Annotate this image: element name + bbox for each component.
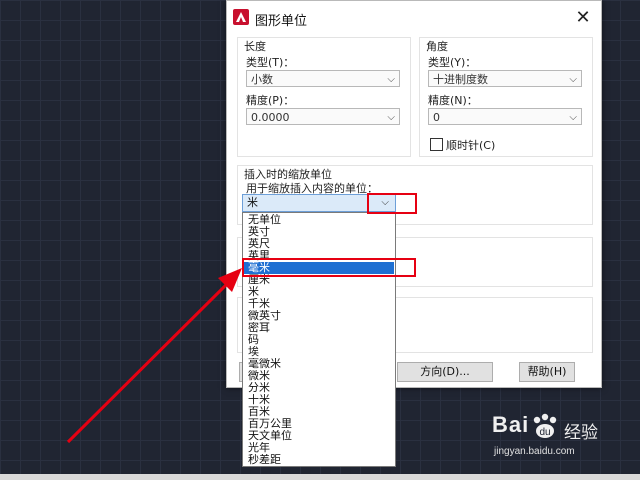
baidu-paw-icon: du xyxy=(533,413,557,438)
baidu-watermark-suffix: 经验 xyxy=(564,423,598,443)
baidu-watermark-logo: Bai xyxy=(492,412,530,437)
svg-text:du: du xyxy=(539,427,550,438)
bottom-status-strip xyxy=(0,474,640,480)
red-arrow-annotation xyxy=(66,268,242,444)
baidu-watermark-url: jingyan.baidu.com xyxy=(494,446,575,457)
